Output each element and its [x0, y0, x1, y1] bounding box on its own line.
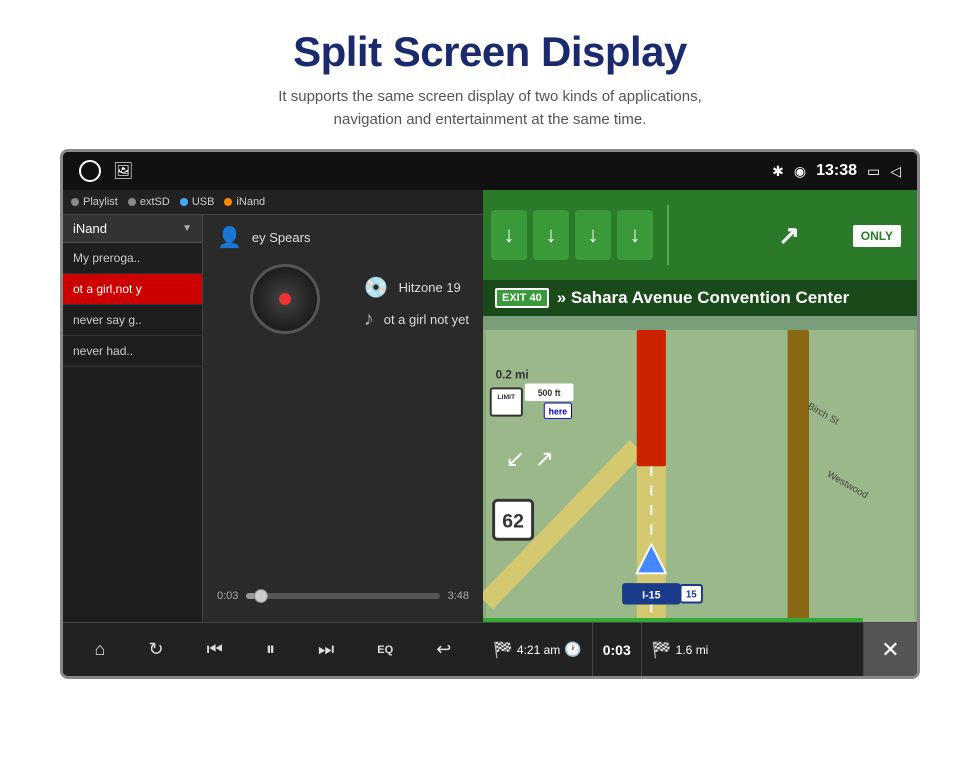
only-sign: ONLY — [853, 225, 901, 247]
track-album: Hitzone 19 — [399, 280, 461, 295]
flag-start-icon: 🏁 — [493, 640, 513, 660]
status-bar: 🖼 ✱ ◉ 13:38 ▭ ◁ — [63, 152, 917, 190]
track-artist: ey Spears — [252, 230, 311, 245]
nav-bottom-bar: 🏁 4:21 am 🕐 0:03 🏁 1.6 mi ✕ — [483, 622, 917, 676]
nav-arrival-time: 4:21 am — [517, 643, 560, 657]
page-header: Split Screen Display It supports the sam… — [0, 0, 980, 149]
disc-art — [250, 264, 320, 334]
progress-section: 0:03 3:48 — [217, 586, 469, 612]
location-icon: ◉ — [794, 163, 806, 180]
extsd-dot — [128, 198, 136, 206]
arrow-2: ↓ — [533, 210, 569, 260]
map-svg: I-15 15 Birch St Westwood 500 ft here — [483, 330, 917, 622]
arrow-4: ↓ — [617, 210, 653, 260]
flag-end-icon: 🏁 — [652, 640, 672, 660]
prev-button[interactable]: ⏮ — [201, 633, 229, 666]
progress-thumb[interactable] — [254, 589, 268, 603]
exit-badge: EXIT 40 — [495, 288, 549, 308]
playlist-dot — [71, 198, 79, 206]
svg-text:500 ft: 500 ft — [538, 388, 561, 398]
usb-dot — [180, 198, 188, 206]
page-subtitle: It supports the same screen display of t… — [40, 86, 940, 131]
playlist-item-2[interactable]: never say g.. — [63, 305, 202, 336]
music-player-panel: Playlist extSD USB iNand iNand ▼ My prer… — [63, 190, 483, 676]
battery-icon: ▭ — [867, 163, 880, 180]
circle-icon — [79, 160, 101, 182]
exit-sign-bar: EXIT 40 » Sahara Avenue Convention Cente… — [483, 280, 917, 316]
svg-text:I-15: I-15 — [642, 590, 660, 602]
close-icon: ✕ — [881, 637, 899, 663]
highway-arrows: ↓ ↓ ↓ ↓ — [491, 210, 653, 260]
time-total: 3:48 — [448, 590, 469, 602]
nav-close-button[interactable]: ✕ — [863, 623, 917, 676]
status-time: 13:38 — [816, 162, 857, 180]
bluetooth-icon: ✱ — [772, 163, 784, 180]
svg-text:LIMIT: LIMIT — [497, 394, 516, 401]
split-area: Playlist extSD USB iNand iNand ▼ My prer… — [63, 190, 917, 676]
track-artist-row: 👤 ey Spears — [217, 225, 469, 250]
svg-text:62: 62 — [502, 511, 524, 533]
track-info: 👤 ey Spears 💿 — [217, 225, 469, 348]
nav-dist-section: 🏁 1.6 mi — [642, 623, 863, 676]
exit-street: » Sahara Avenue Convention Center — [557, 288, 850, 308]
inand-label[interactable]: iNand — [236, 196, 265, 208]
playlist-dropdown[interactable]: iNand ▼ — [63, 215, 202, 243]
svg-text:0.2 mi: 0.2 mi — [496, 369, 529, 382]
navigation-panel: ↓ ↓ ↓ ↓ ↗ ONLY EXIT 40 » Sahara Avenue C… — [483, 190, 917, 676]
extsd-label[interactable]: extSD — [140, 196, 170, 208]
dropdown-label: iNand — [73, 221, 107, 236]
home-button[interactable]: ⌂ — [89, 633, 112, 666]
person-icon: 👤 — [217, 225, 242, 250]
image-icon: 🖼 — [113, 161, 133, 181]
player-area: 👤 ey Spears 💿 — [203, 215, 483, 622]
back-button[interactable]: ↩ — [430, 633, 457, 666]
device-frame: 🖼 ✱ ◉ 13:38 ▭ ◁ Playlist extSD USB iNand — [60, 149, 920, 679]
nav-arrival-section: 🏁 4:21 am 🕐 — [483, 623, 593, 676]
inand-dot — [224, 198, 232, 206]
time-current: 0:03 — [217, 590, 238, 602]
back-icon: ◁ — [890, 163, 901, 180]
arrow-1: ↓ — [491, 210, 527, 260]
repeat-button[interactable]: ↻ — [142, 633, 169, 666]
usb-label[interactable]: USB — [192, 196, 215, 208]
music-note-icon: ♪ — [364, 308, 374, 331]
page-title: Split Screen Display — [40, 28, 940, 76]
disc-center — [279, 293, 291, 305]
disc-container — [250, 264, 320, 334]
track-title: ot a girl not yet — [384, 312, 469, 327]
pause-button[interactable]: ⏸ — [260, 633, 281, 666]
svg-text:15: 15 — [686, 590, 697, 601]
nav-elapsed-time: 0:03 — [603, 642, 631, 658]
playlist-item-0[interactable]: My preroga.. — [63, 243, 202, 274]
svg-text:↗: ↗ — [535, 445, 555, 471]
track-title-row: ♪ ot a girl not yet — [364, 308, 469, 331]
playlist-item-1[interactable]: ot a girl,not y — [63, 274, 202, 305]
left-top-area: iNand ▼ My preroga.. ot a girl,not y nev… — [63, 215, 483, 622]
dropdown-arrow-icon: ▼ — [182, 223, 192, 234]
arrow-3: ↓ — [575, 210, 611, 260]
playlist-label[interactable]: Playlist — [83, 196, 118, 208]
progress-track[interactable] — [246, 593, 439, 599]
nav-map: ↓ ↓ ↓ ↓ ↗ ONLY EXIT 40 » Sahara Avenue C… — [483, 190, 917, 622]
svg-text:↙: ↙ — [505, 445, 525, 471]
svg-text:here: here — [549, 407, 568, 417]
eq-button[interactable]: EQ — [371, 638, 399, 662]
highway-sign: ↓ ↓ ↓ ↓ ↗ ONLY — [483, 190, 917, 280]
source-selector-bar: Playlist extSD USB iNand — [63, 190, 483, 215]
nav-elapsed-section: 0:03 — [593, 623, 642, 676]
track-album-row: 💿 Hitzone 19 — [364, 275, 469, 300]
next-button[interactable]: ⏭ — [312, 633, 340, 666]
playlist-sidebar: iNand ▼ My preroga.. ot a girl,not y nev… — [63, 215, 203, 622]
map-road-area: I-15 15 Birch St Westwood 500 ft here — [483, 330, 917, 622]
disc-icon: 💿 — [364, 275, 389, 300]
clock-icon: 🕐 — [564, 641, 581, 658]
nav-dist-value: 1.6 mi — [676, 643, 709, 657]
progress-bar-container: 0:03 3:48 — [217, 590, 469, 602]
controls-bar: ⌂ ↻ ⏮ ⏸ ⏭ EQ ↩ — [63, 622, 483, 676]
playlist-item-3[interactable]: never had.. — [63, 336, 202, 367]
